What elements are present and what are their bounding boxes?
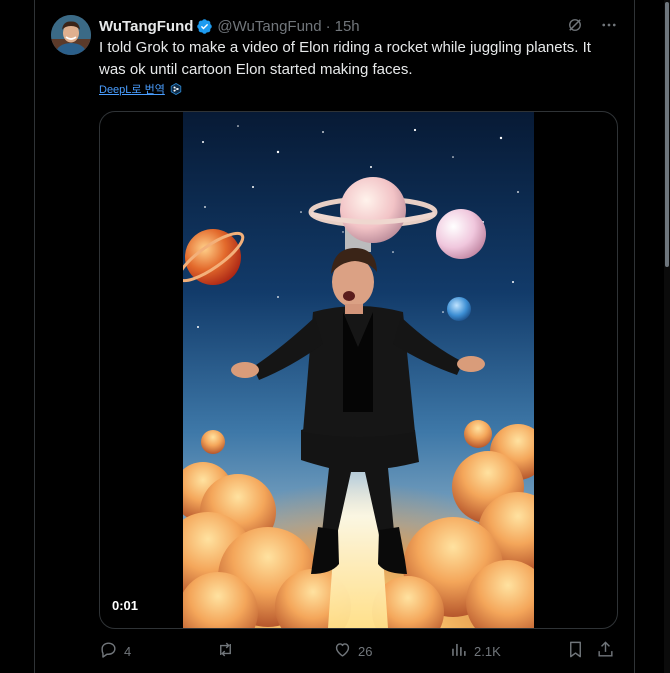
display-name[interactable]: WuTangFund [99, 18, 193, 35]
column-border-right [634, 0, 635, 673]
bookmark-icon [566, 640, 585, 662]
video-timestamp: 0:01 [112, 598, 139, 613]
retweet-button[interactable] [216, 640, 241, 662]
reply-button[interactable]: 4 [99, 640, 131, 662]
deepl-icon [170, 83, 182, 95]
tweet[interactable]: WuTangFund @WuTangFund · 15h I told Grok… [35, 0, 634, 673]
video-player[interactable]: 0:01 [99, 111, 618, 629]
timestamp[interactable]: 15h [335, 18, 360, 35]
like-button[interactable]: 26 [333, 640, 372, 662]
more-icon[interactable] [598, 14, 620, 36]
page: WuTangFund @WuTangFund · 15h I told Grok… [0, 0, 670, 673]
verified-badge-icon[interactable] [196, 18, 213, 35]
retweet-icon [216, 640, 235, 662]
reply-count: 4 [124, 643, 132, 659]
separator-dot: · [325, 17, 331, 35]
tweet-header: WuTangFund @WuTangFund · 15h [99, 16, 360, 36]
bookmark-button[interactable] [566, 640, 585, 662]
avatar[interactable] [51, 15, 91, 55]
views-button[interactable]: 2.1K [449, 640, 501, 662]
handle[interactable]: @WuTangFund [217, 18, 321, 35]
tweet-actions: 4 26 2.1K [99, 640, 619, 662]
share-icon [596, 640, 615, 662]
grok-icon[interactable] [564, 14, 586, 36]
video-frame[interactable] [158, 112, 558, 628]
reply-icon [99, 640, 118, 662]
share-button[interactable] [596, 640, 615, 662]
tweet-top-actions [552, 14, 620, 36]
views-icon [449, 640, 468, 662]
translate-row: DeepL로 번역 [99, 81, 182, 97]
views-count: 2.1K [474, 643, 501, 659]
translate-link[interactable]: DeepL로 번역 [99, 81, 165, 97]
scrollbar-thumb[interactable] [665, 2, 669, 267]
like-icon [333, 640, 352, 662]
like-count: 26 [358, 643, 373, 659]
tweet-text: I told Grok to make a video of Elon ridi… [99, 39, 591, 78]
